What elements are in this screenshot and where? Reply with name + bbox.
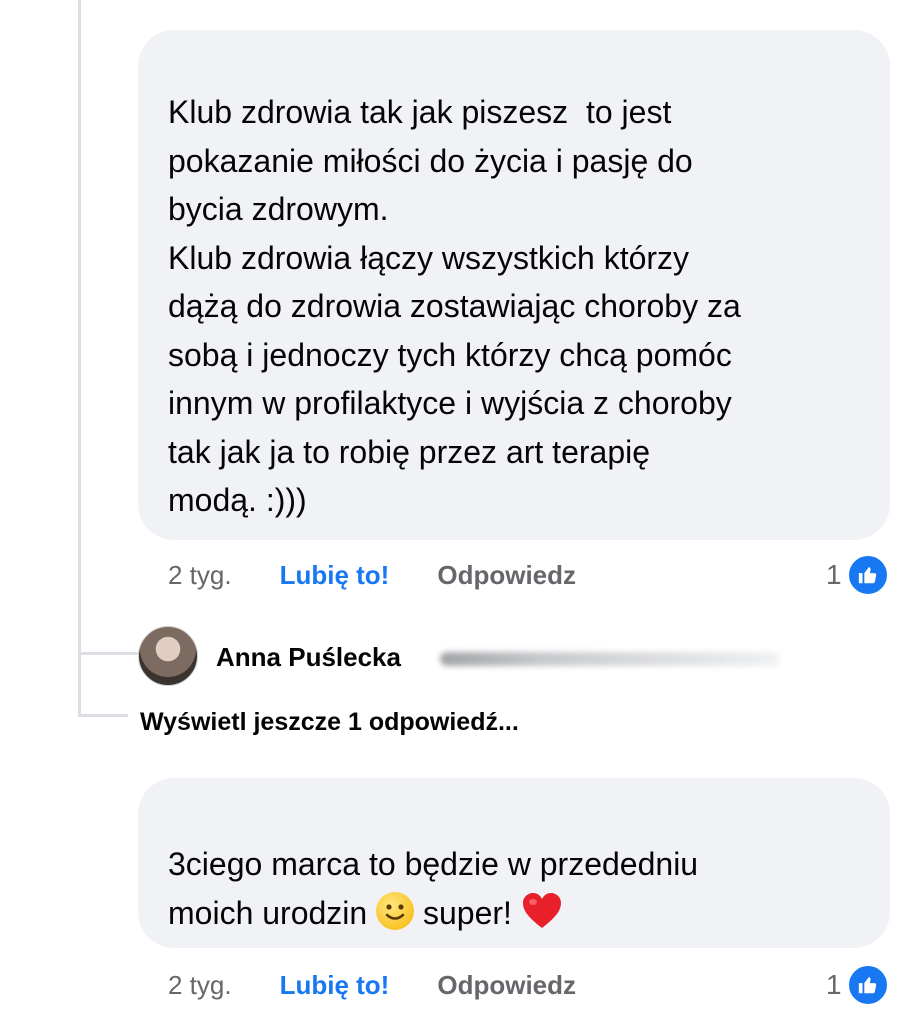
comment-text: 3ciego marca to będzie w przededniu moic… — [168, 840, 860, 943]
like-button[interactable]: Lubię to! — [280, 560, 390, 591]
reply-button[interactable]: Odpowiedz — [437, 560, 576, 591]
thumbs-up-icon — [845, 553, 890, 597]
comment-actions-1: 2 tyg. Lubię to! Odpowiedz — [168, 560, 576, 591]
comment-bubble-1: Klub zdrowia tak jak piszesz to jest pok… — [138, 30, 890, 540]
reaction-count: 1 — [826, 969, 842, 1000]
reaction-summary-2[interactable]: 1 — [826, 963, 890, 1007]
red-heart-emoji — [521, 892, 563, 944]
thread-line-vertical — [78, 0, 81, 715]
reply-author-name[interactable]: Anna Puślecka — [216, 642, 401, 673]
thread-line-branch-2 — [78, 714, 128, 717]
comment-text: Klub zdrowia tak jak piszesz to jest pok… — [168, 94, 741, 518]
comment-text-part: super! — [414, 894, 521, 931]
reaction-summary-1[interactable]: 1 — [826, 553, 890, 597]
reaction-count: 1 — [826, 559, 842, 590]
comment-time[interactable]: 2 tyg. — [168, 560, 232, 591]
comment-actions-2: 2 tyg. Lubię to! Odpowiedz — [168, 970, 576, 1001]
view-more-replies-link[interactable]: Wyświetl jeszcze 1 odpowiedź... — [140, 708, 519, 737]
avatar[interactable] — [138, 626, 198, 686]
thumbs-up-icon — [845, 963, 890, 1007]
reply-button[interactable]: Odpowiedz — [437, 970, 576, 1001]
slightly-smiling-face-emoji — [376, 891, 415, 930]
comment-time[interactable]: 2 tyg. — [168, 970, 232, 1001]
like-button[interactable]: Lubię to! — [280, 970, 390, 1001]
comment-bubble-2: 3ciego marca to będzie w przededniu moic… — [138, 778, 890, 948]
reply-text-blurred — [440, 652, 780, 666]
thread-line-branch-1 — [78, 652, 144, 655]
